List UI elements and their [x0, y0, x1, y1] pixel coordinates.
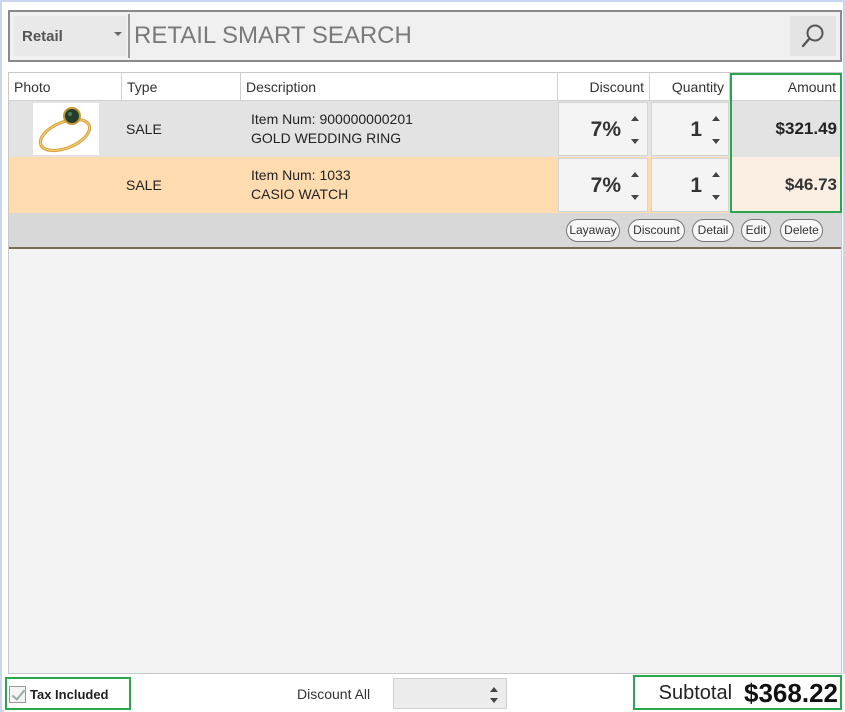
discount-stepper[interactable]: 7%	[558, 158, 648, 212]
column-header-description: Description	[241, 73, 558, 101]
quantity-stepper[interactable]: 1	[651, 158, 729, 212]
quantity-stepper[interactable]: 1	[651, 102, 729, 156]
ring-image	[38, 107, 92, 153]
spin-down-icon[interactable]	[490, 698, 498, 703]
spin-up-icon[interactable]	[490, 687, 498, 692]
item-number: Item Num: 1033	[251, 167, 351, 183]
footer-bar: Tax Included Discount All Subtotal $368.…	[4, 674, 845, 712]
spin-up-icon[interactable]	[631, 116, 639, 121]
column-header-photo: Photo	[9, 73, 122, 101]
row-description: Item Num: 1033 CASIO WATCH	[251, 157, 351, 213]
spin-up-icon[interactable]	[712, 116, 720, 121]
subtotal-value: $368.22	[744, 678, 838, 708]
chevron-down-icon	[114, 32, 122, 36]
spin-up-icon[interactable]	[631, 172, 639, 177]
search-input[interactable]	[134, 16, 784, 56]
item-name: CASIO WATCH	[251, 186, 349, 202]
search-bar: Retail	[8, 10, 842, 62]
discount-stepper[interactable]: 7%	[558, 102, 648, 156]
subtotal-display: Subtotal $368.22	[635, 677, 842, 710]
row-actions-bar: Layaway Discount Detail Edit Delete	[9, 213, 841, 249]
discount-value: 7%	[590, 118, 621, 141]
table-row[interactable]: SALE Item Num: 900000000201 GOLD WEDDING…	[9, 101, 841, 157]
discount-all-label: Discount All	[297, 686, 371, 702]
spin-down-icon[interactable]	[712, 139, 720, 144]
row-amount: $321.49	[732, 101, 841, 157]
pos-window: Retail Photo Type Description Discount Q…	[0, 0, 845, 712]
spin-up-icon[interactable]	[712, 172, 720, 177]
discount-all-stepper[interactable]	[393, 678, 507, 709]
column-header-quantity: Quantity	[650, 73, 730, 101]
row-description: Item Num: 900000000201 GOLD WEDDING RING	[251, 101, 413, 157]
item-name: GOLD WEDDING RING	[251, 130, 402, 146]
edit-button[interactable]: Edit	[741, 219, 771, 242]
tax-included-label: Tax Included	[30, 687, 109, 702]
row-amount: $46.73	[732, 157, 841, 213]
cart-table: Photo Type Description Discount Quantity…	[8, 72, 842, 674]
row-type: SALE	[126, 177, 162, 193]
detail-button[interactable]: Detail	[692, 219, 734, 242]
mode-dropdown-label: Retail	[22, 27, 63, 45]
layaway-button[interactable]: Layaway	[566, 219, 620, 242]
tax-included-toggle[interactable]: Tax Included	[7, 679, 131, 710]
quantity-value: 1	[690, 118, 702, 141]
item-number: Item Num: 900000000201	[251, 111, 413, 127]
search-icon	[801, 24, 824, 48]
column-header-type: Type	[122, 73, 241, 101]
discount-value: 7%	[590, 174, 621, 197]
mode-dropdown[interactable]: Retail	[14, 16, 126, 56]
row-type: SALE	[126, 121, 162, 137]
checkmark-icon[interactable]	[9, 686, 26, 703]
table-row[interactable]: SALE Item Num: 1033 CASIO WATCH 7% 1 $46…	[9, 157, 841, 213]
spin-down-icon[interactable]	[631, 195, 639, 200]
search-divider	[128, 14, 130, 58]
subtotal-label: Subtotal	[658, 682, 733, 704]
quantity-value: 1	[690, 174, 702, 197]
column-header-discount: Discount	[558, 73, 650, 101]
spin-down-icon[interactable]	[712, 195, 720, 200]
product-photo	[33, 103, 99, 155]
search-button[interactable]	[790, 16, 836, 56]
spin-down-icon[interactable]	[631, 139, 639, 144]
column-header-amount: Amount	[787, 79, 836, 95]
table-header: Photo Type Description Discount Quantity…	[9, 73, 841, 101]
delete-button[interactable]: Delete	[780, 219, 823, 242]
discount-button[interactable]: Discount	[628, 219, 685, 242]
